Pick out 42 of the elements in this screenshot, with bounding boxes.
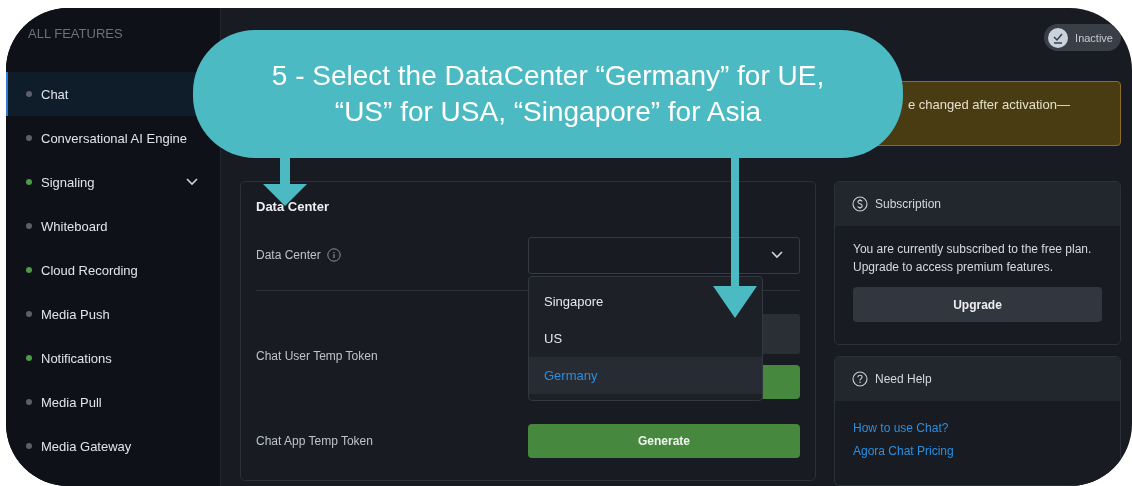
- generate-button[interactable]: Generate: [528, 424, 800, 458]
- sidebar-item[interactable]: Cloud Recording: [6, 248, 220, 292]
- item-label: Chat: [41, 86, 69, 102]
- sidebar-item[interactable]: Media Push: [6, 292, 220, 336]
- help-link[interactable]: Agora Chat Pricing: [853, 444, 954, 458]
- item-label: Conversational AI Engine: [41, 130, 187, 146]
- dropdown-option[interactable]: Germany: [529, 356, 762, 394]
- sidebar-item[interactable]: Notifications: [6, 336, 220, 380]
- sidebar-item[interactable]: Media Gateway: [6, 424, 220, 468]
- dropdown-field[interactable]: [528, 236, 800, 274]
- chevron-icon: [771, 251, 783, 259]
- status-badge: Inactive: [1044, 24, 1121, 51]
- item-label: Notifications: [41, 350, 112, 366]
- sidebar-item[interactable]: Media Pull: [6, 380, 220, 424]
- help-link[interactable]: How to use Chat?: [853, 421, 949, 435]
- sidebar-item[interactable]: Whiteboard: [6, 204, 220, 248]
- sidebar-item[interactable]: Conversational AI Engine: [6, 116, 220, 160]
- dropdown-option[interactable]: US: [529, 319, 762, 357]
- upgrade-button[interactable]: Upgrade: [853, 287, 1102, 322]
- sidebar-item[interactable]: Signaling: [6, 160, 220, 204]
- callout-text: 5 - Select the DataCenter “Germany” for UE,: [271, 59, 825, 93]
- info-icon: [326, 248, 341, 262]
- card-title: Data Center: [256, 199, 329, 214]
- check-icon: [1048, 27, 1069, 48]
- item-label: Media Push: [41, 306, 110, 322]
- field-label: Chat User Temp Token: [256, 349, 378, 363]
- item-label: Media Pull: [41, 394, 102, 410]
- dollar-icon: [852, 196, 868, 212]
- field-label: Data Center: [256, 248, 321, 262]
- card-title: Need Help: [875, 372, 932, 386]
- section-heading: ALL FEATURES: [27, 26, 124, 43]
- item-label: Cloud Recording: [41, 262, 138, 278]
- item-label: Whiteboard: [41, 218, 108, 234]
- item-label: Media Gateway: [41, 438, 132, 454]
- question-icon: [852, 371, 868, 387]
- warning-text: e changed after activation—: [908, 97, 1070, 115]
- callout-text: “US” for USA, “Singapore” for Asia: [334, 95, 762, 129]
- item-label: Signaling: [41, 174, 95, 190]
- dropdown-option[interactable]: Singapore: [529, 282, 762, 320]
- field-label: Chat App Temp Token: [256, 434, 373, 448]
- plan-description: You are currently subscribed to the free plan. Upgrade to access premium features.: [853, 241, 1093, 276]
- card-title: Subscription: [875, 197, 942, 211]
